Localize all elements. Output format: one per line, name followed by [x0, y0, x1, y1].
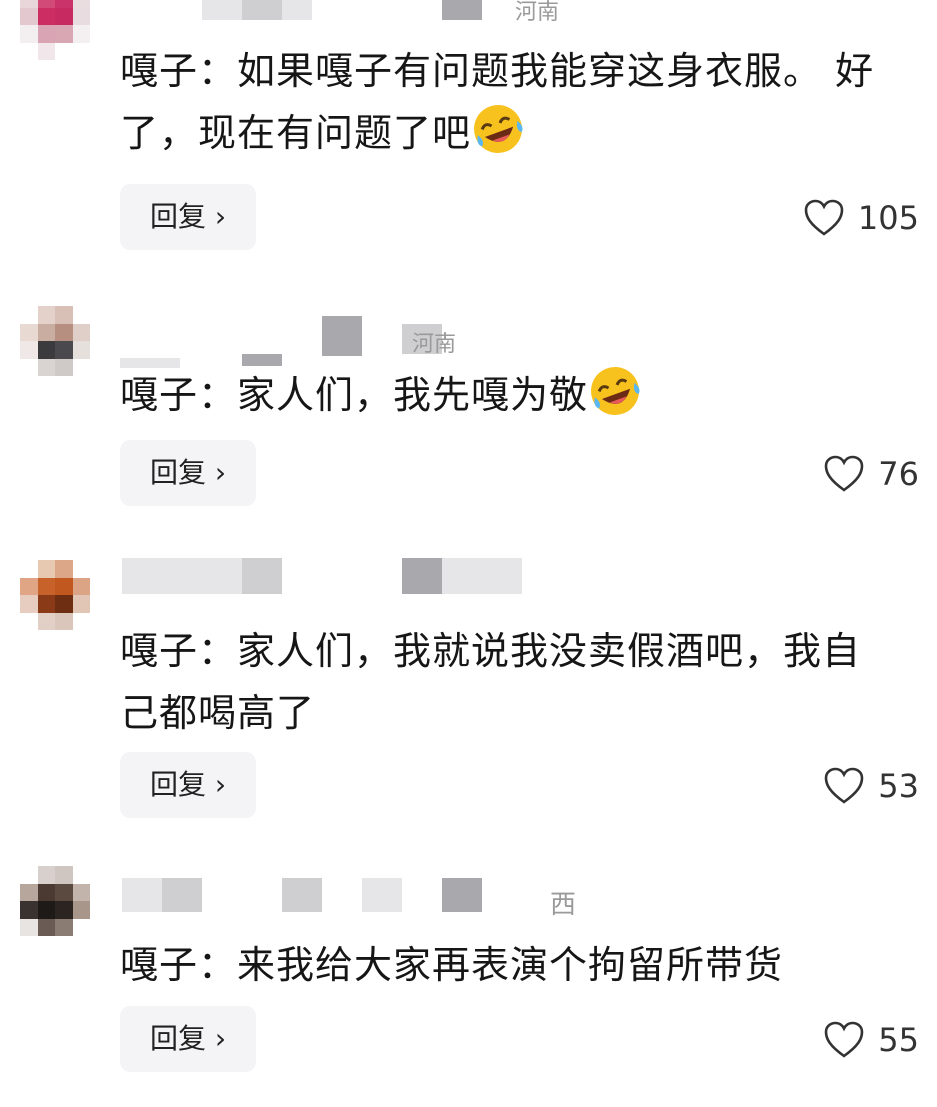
- heart-icon: [824, 1021, 864, 1058]
- avatar[interactable]: [20, 866, 90, 936]
- reply-button[interactable]: 回复 ›: [120, 1006, 256, 1072]
- comment-text: 嘎子：如果嘎子有问题我能穿这身衣服。 好了，现在有问题了吧: [120, 40, 900, 164]
- like-button[interactable]: 76: [824, 444, 919, 504]
- comment-text-content: 嘎子：家人们，我就说我没卖假酒吧，我自己都喝高了: [120, 629, 862, 735]
- reply-button[interactable]: 回复 ›: [120, 752, 256, 818]
- like-button[interactable]: 105: [804, 188, 919, 248]
- location-label: 河南: [412, 332, 457, 357]
- avatar[interactable]: [20, 560, 90, 630]
- avatar[interactable]: [20, 0, 90, 60]
- rofl-emoji-icon: [471, 102, 525, 156]
- like-button[interactable]: 55: [824, 1010, 919, 1070]
- like-count: 76: [878, 455, 919, 493]
- like-count: 105: [857, 199, 919, 237]
- comment-text: 嘎子：家人们，我先嘎为敬: [120, 364, 900, 426]
- location-label: 河南: [515, 0, 560, 25]
- comment-text: 嘎子：家人们，我就说我没卖假酒吧，我自己都喝高了: [120, 620, 880, 744]
- like-count: 53: [878, 767, 919, 805]
- heart-icon: [824, 767, 864, 804]
- comment-text-content: 嘎子：来我给大家再表演个拘留所带货: [120, 943, 784, 987]
- location-label: 西: [550, 890, 577, 920]
- heart-icon: [824, 455, 864, 492]
- reply-button[interactable]: 回复 ›: [120, 184, 256, 250]
- like-button[interactable]: 53: [824, 756, 919, 816]
- heart-icon: [804, 199, 844, 236]
- rofl-emoji-icon: [588, 364, 642, 418]
- like-count: 55: [878, 1021, 919, 1059]
- avatar[interactable]: [20, 306, 90, 376]
- comment-text-content: 嘎子：家人们，我先嘎为敬: [120, 373, 589, 417]
- reply-button[interactable]: 回复 ›: [120, 440, 256, 506]
- comment-text: 嘎子：来我给大家再表演个拘留所带货: [120, 934, 900, 996]
